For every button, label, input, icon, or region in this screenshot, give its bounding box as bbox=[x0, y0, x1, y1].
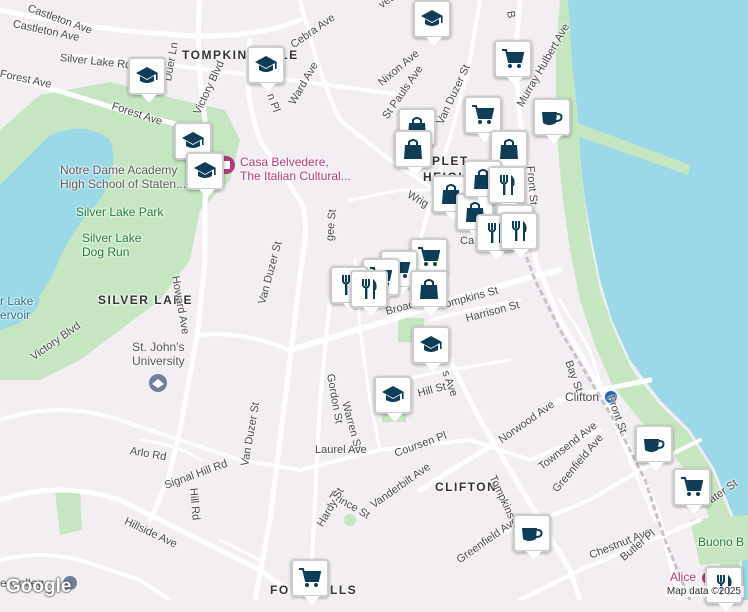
area-label-fox-hills: FO bbox=[270, 583, 290, 597]
poi-alice[interactable]: Alice bbox=[670, 570, 696, 584]
map-marker[interactable] bbox=[494, 40, 532, 86]
poi-line: High School of Staten... bbox=[60, 177, 187, 191]
map-marker[interactable] bbox=[350, 270, 388, 316]
poi-line: Notre Dame Academy bbox=[60, 163, 178, 177]
marker-bubble bbox=[412, 326, 450, 372]
marker-bubble bbox=[533, 98, 571, 144]
poi-line: The Italian Cultural... bbox=[240, 169, 351, 183]
street-label: Laurel Ave bbox=[315, 444, 367, 456]
map-marker[interactable] bbox=[533, 98, 571, 144]
poi-line: St. John's bbox=[132, 340, 185, 354]
marker-bubble bbox=[488, 166, 526, 212]
marker-bubble bbox=[513, 514, 551, 560]
poi-notre-dame[interactable]: Notre Dame Academy High School of Staten… bbox=[60, 163, 186, 191]
marker-bubble bbox=[635, 425, 673, 471]
map-attribution: Map data ©2025 bbox=[663, 586, 744, 597]
marker-bubble bbox=[394, 130, 432, 176]
poi-reservoir: r Lake ervoir bbox=[0, 294, 33, 322]
marker-bubble bbox=[128, 57, 166, 103]
poi-line: University bbox=[132, 354, 185, 368]
park-dot bbox=[344, 514, 356, 526]
map-marker[interactable] bbox=[513, 514, 551, 560]
park-patch bbox=[55, 488, 82, 535]
marker-bubble bbox=[494, 40, 532, 86]
map-marker[interactable] bbox=[394, 130, 432, 176]
poi-line: Casa Belvedere, bbox=[240, 155, 329, 169]
marker-bubble bbox=[350, 270, 388, 316]
map-marker[interactable] bbox=[410, 270, 448, 316]
marker-bubble bbox=[247, 46, 285, 92]
poi-line: Dog Run bbox=[82, 245, 130, 259]
map-marker[interactable] bbox=[412, 326, 450, 372]
poi-st-johns[interactable]: St. John's University bbox=[132, 340, 185, 368]
poi-line: ervoir bbox=[0, 308, 31, 322]
map-marker[interactable] bbox=[247, 46, 285, 92]
marker-bubble bbox=[413, 0, 451, 46]
map-marker[interactable] bbox=[128, 57, 166, 103]
map-marker[interactable] bbox=[374, 376, 412, 422]
poi-silver-lake-dog-run[interactable]: Silver Lake Dog Run bbox=[82, 231, 141, 259]
poi-clifton-station[interactable]: Clifton bbox=[565, 390, 599, 404]
map-marker[interactable] bbox=[673, 468, 711, 514]
map-marker[interactable] bbox=[413, 0, 451, 46]
marker-bubble bbox=[705, 566, 743, 612]
poi-line: r Lake bbox=[0, 294, 34, 308]
map-marker[interactable] bbox=[186, 152, 224, 198]
marker-bubble bbox=[186, 152, 224, 198]
marker-bubble bbox=[500, 212, 538, 258]
poi-casa-belvedere[interactable]: Casa Belvedere, The Italian Cultural... bbox=[240, 155, 351, 183]
marker-bubble bbox=[673, 468, 711, 514]
poi-line: Silver Lake bbox=[82, 231, 142, 245]
poi-silver-lake-park[interactable]: Silver Lake Park bbox=[76, 205, 163, 219]
map-logo: Google bbox=[6, 576, 72, 597]
poi-buono[interactable]: Buono B bbox=[698, 535, 744, 549]
marker-bubble bbox=[464, 96, 502, 142]
area-label-fox-hills-2: LLS bbox=[330, 583, 358, 597]
map-marker[interactable] bbox=[500, 212, 538, 258]
marker-bubble bbox=[374, 376, 412, 422]
map-marker[interactable] bbox=[291, 559, 329, 605]
marker-bubble bbox=[291, 559, 329, 605]
map-marker[interactable] bbox=[635, 425, 673, 471]
marker-bubble bbox=[410, 270, 448, 316]
